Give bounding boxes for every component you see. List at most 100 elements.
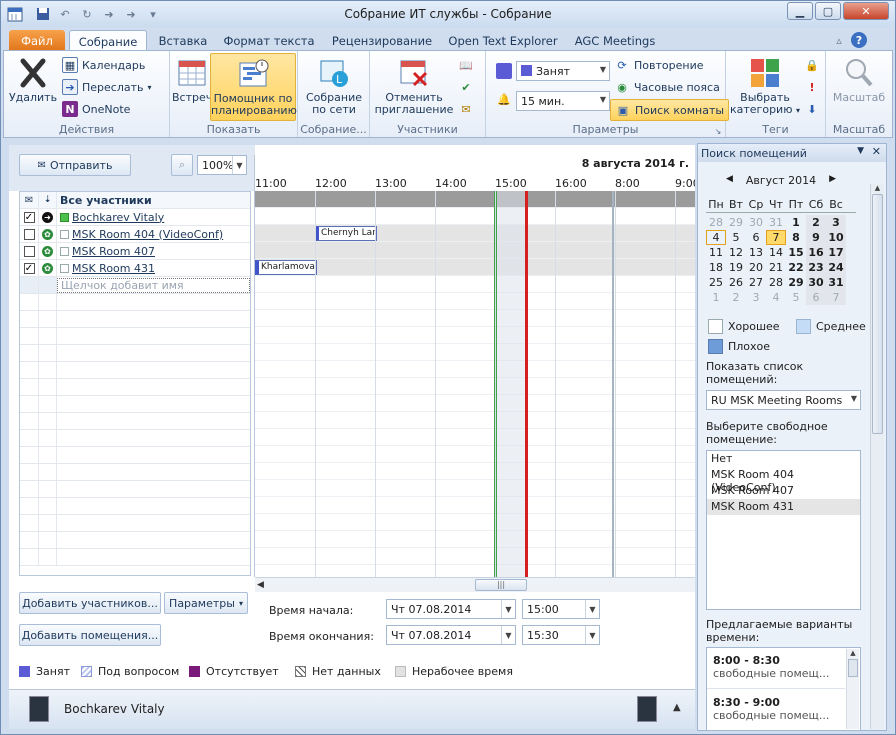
list-item[interactable]: MSK Room 407 xyxy=(707,483,860,499)
end-date-field[interactable]: Чт 07.08.2014 ▼ xyxy=(386,625,516,645)
room-finder-scrollbar[interactable]: ▲ xyxy=(870,184,884,729)
start-time-field[interactable]: 15:00 ▼ xyxy=(522,599,600,619)
attendee-row[interactable]: ✿ MSK Room 404 (VideoConf) xyxy=(20,226,250,243)
add-rooms-button[interactable]: Добавить помещения... xyxy=(19,624,161,646)
prev-month-icon[interactable]: ◀ xyxy=(726,174,733,184)
calendar-day[interactable]: 30 xyxy=(806,275,826,290)
tab-file[interactable]: Файл xyxy=(9,30,65,51)
calendar-day[interactable]: 18 xyxy=(706,260,726,275)
low-importance-icon[interactable]: ⬇ xyxy=(804,101,820,117)
calendar-day[interactable]: 6 xyxy=(746,230,766,245)
address-book-icon[interactable]: 📖 xyxy=(458,57,474,73)
calendar-day[interactable]: 2 xyxy=(726,290,746,305)
tab-agc-meetings[interactable]: AGC Meetings xyxy=(569,30,661,51)
calendar-day[interactable]: 17 xyxy=(826,245,846,260)
attendee-checkbox[interactable] xyxy=(23,245,35,257)
end-time-field[interactable]: 15:30 ▼ xyxy=(522,625,600,645)
free-busy-grid[interactable]: 8 августа 2014 г. 11:00 12:00 13:00 14:00 15… xyxy=(254,155,695,577)
calendar-day[interactable]: 6 xyxy=(806,290,826,305)
time-zones-button[interactable]: ◉ Часовые пояса xyxy=(614,79,720,95)
help-icon[interactable]: ? xyxy=(851,32,867,48)
list-item[interactable]: Нет xyxy=(707,451,860,467)
room-finder-button[interactable]: ▣ Поиск комнаты xyxy=(610,99,730,121)
zoom-button[interactable]: Масштаб xyxy=(830,57,888,104)
forward-button[interactable]: ➔ Переслать ▾ xyxy=(62,79,152,95)
resource-icon[interactable]: ✿ xyxy=(42,262,53,274)
people-name[interactable]: Bochkarev Vitaly xyxy=(64,702,165,716)
chevron-down-icon[interactable]: ▼ xyxy=(585,626,599,644)
calendar-day[interactable]: 30 xyxy=(746,215,766,230)
response-options-icon[interactable]: ✉ xyxy=(458,101,474,117)
collapse-ribbon-icon[interactable]: ▵ xyxy=(831,32,847,48)
calendar-day[interactable]: 5 xyxy=(786,290,806,305)
add-attendee-row[interactable]: Щелчок добавит имя xyxy=(20,277,250,294)
onenote-button[interactable]: N OneNote xyxy=(62,101,130,117)
busy-block[interactable]: Kharlamova... xyxy=(255,260,317,275)
add-attendees-button[interactable]: Добавить участников... xyxy=(19,592,161,614)
tab-format-text[interactable]: Формат текста xyxy=(219,30,319,51)
check-names-icon[interactable]: ✔ xyxy=(458,79,474,95)
calendar-day[interactable]: 29 xyxy=(726,215,746,230)
scroll-up-icon[interactable]: ▲ xyxy=(847,649,859,657)
meeting-selection-band[interactable] xyxy=(494,191,526,577)
maximize-button[interactable]: ▢ xyxy=(815,2,841,20)
calendar-day[interactable]: 25 xyxy=(706,275,726,290)
calendar-day[interactable]: 12 xyxy=(726,245,746,260)
start-date-field[interactable]: Чт 07.08.2014 ▼ xyxy=(386,599,516,619)
calendar-day[interactable]: 2 xyxy=(806,215,826,230)
scroll-up-icon[interactable]: ▲ xyxy=(871,184,884,192)
chevron-down-icon[interactable]: ▼ xyxy=(857,146,864,156)
meeting-view-button[interactable]: Встреча xyxy=(172,57,219,104)
chevron-down-icon[interactable]: ▼ xyxy=(501,600,515,618)
calendar-day[interactable]: 31 xyxy=(766,215,786,230)
calendar-day[interactable]: 13 xyxy=(746,245,766,260)
calendar-day[interactable]: 29 xyxy=(786,275,806,290)
chevron-down-icon[interactable]: ▼ xyxy=(585,600,599,618)
calendar-day[interactable]: 21 xyxy=(766,260,786,275)
calendar-day[interactable]: 23 xyxy=(806,260,826,275)
tab-insert[interactable]: Вставка xyxy=(153,30,213,51)
scroll-thumb[interactable]: ||| xyxy=(475,579,527,591)
close-button[interactable]: ✕ xyxy=(843,2,889,20)
calendar-day[interactable]: 4 xyxy=(766,290,786,305)
tab-open-text-explorer[interactable]: Open Text Explorer xyxy=(445,30,561,51)
reminder-select[interactable]: 15 мин. ▼ xyxy=(516,91,610,111)
timeline-horizontal-scrollbar[interactable]: ◀ ||| xyxy=(255,577,695,592)
scroll-thumb[interactable] xyxy=(848,659,858,677)
calendar-day[interactable]: 31 xyxy=(826,275,846,290)
avatar[interactable] xyxy=(637,696,657,722)
show-as-select[interactable]: Занят ▼ xyxy=(516,61,610,81)
attendee-checkbox[interactable] xyxy=(23,228,35,240)
cancel-invitation-button[interactable]: Отменить приглашение xyxy=(374,57,454,116)
chevron-down-icon[interactable]: ▼ xyxy=(501,626,515,644)
close-icon[interactable]: ✕ xyxy=(872,145,881,158)
options-button[interactable]: Параметры ▾ xyxy=(164,592,248,614)
minimize-button[interactable]: ▁ xyxy=(787,2,813,20)
zoom-select[interactable]: 100% ▼ xyxy=(197,155,247,175)
calendar-day[interactable]: 15 xyxy=(786,245,806,260)
room-list-select[interactable]: RU MSK Meeting Rooms ▼ xyxy=(706,390,861,410)
calendar-day[interactable]: 7 xyxy=(826,290,846,305)
zoom-small-button[interactable]: ⌕ xyxy=(171,154,193,176)
calendar-day[interactable]: 22 xyxy=(786,260,806,275)
calendar-day[interactable]: 9 xyxy=(806,230,826,245)
delete-button[interactable]: Удалить xyxy=(8,57,58,104)
calendar-day[interactable]: 20 xyxy=(746,260,766,275)
calendar-day[interactable]: 28 xyxy=(706,215,726,230)
suggestions-scrollbar[interactable]: ▲ xyxy=(846,649,859,729)
attendee-checkbox[interactable]: ✓ xyxy=(23,262,35,274)
calendar-button[interactable]: ▦ Календарь xyxy=(62,57,145,73)
calendar-day[interactable]: 28 xyxy=(766,275,786,290)
calendar-day[interactable]: 1 xyxy=(786,215,806,230)
next-month-icon[interactable]: ▶ xyxy=(829,174,836,184)
calendar-day[interactable]: 14 xyxy=(766,245,786,260)
calendar-day[interactable]: 10 xyxy=(826,230,846,245)
calendar-day[interactable]: 16 xyxy=(806,245,826,260)
recurrence-button[interactable]: ⟳ Повторение xyxy=(614,57,703,73)
online-meeting-button[interactable]: L Собрание по сети xyxy=(302,57,366,116)
expand-people-pane-icon[interactable]: ▲ xyxy=(673,702,681,713)
attendee-row[interactable]: ✿ MSK Room 407 xyxy=(20,243,250,260)
scheduling-assistant-button[interactable]: Помощник по планированию xyxy=(210,53,297,121)
categorize-button[interactable]: Выбрать категорию ▾ xyxy=(730,57,800,117)
suggestion-item[interactable]: 8:00 - 8:30 свободные помещ... xyxy=(707,654,845,680)
